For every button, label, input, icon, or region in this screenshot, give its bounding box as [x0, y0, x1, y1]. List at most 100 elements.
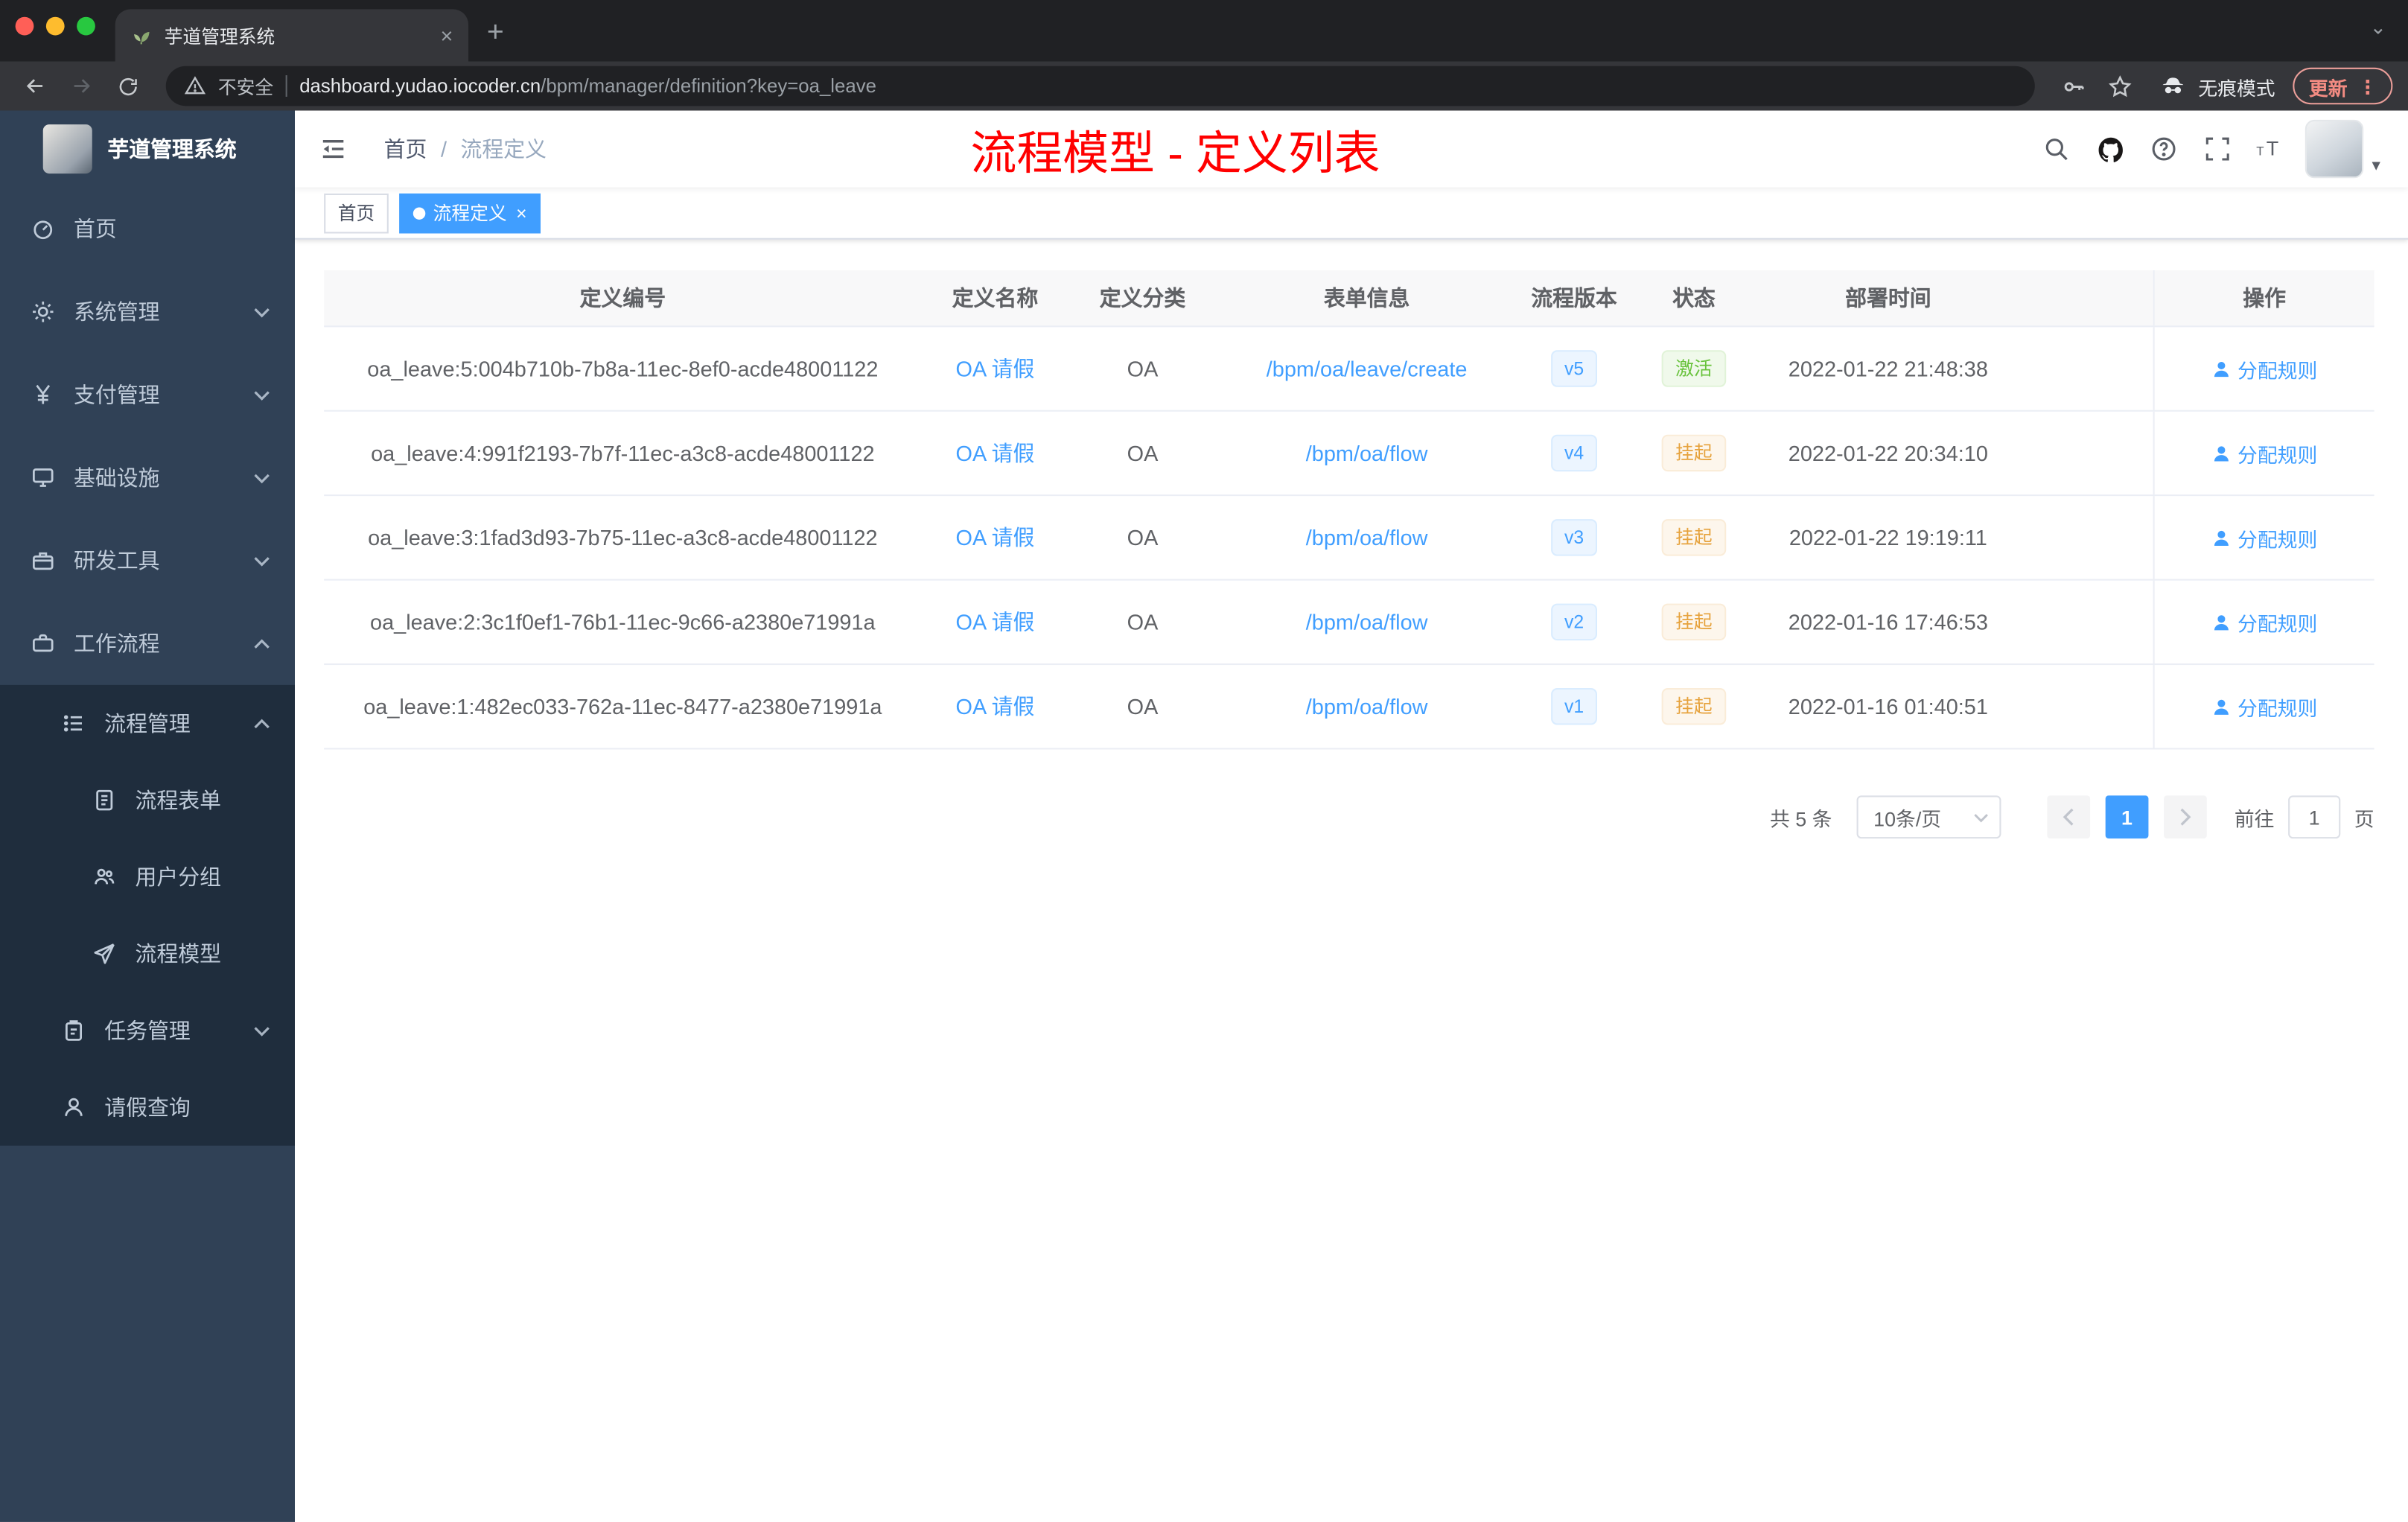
form-info-link[interactable]: /bpm/oa/flow: [1306, 525, 1428, 550]
tab-close-icon[interactable]: ×: [441, 25, 453, 46]
logo-title: 芋道管理系统: [107, 136, 237, 162]
definition-name-link[interactable]: OA 请假: [956, 438, 1035, 468]
prev-page-button[interactable]: [2047, 795, 2090, 839]
definition-name-link[interactable]: OA 请假: [956, 353, 1035, 383]
chevron-down-icon: [254, 1026, 270, 1036]
incognito-badge: 无痕模式: [2159, 71, 2275, 101]
incognito-icon: [2163, 77, 2185, 94]
warning-icon: [184, 76, 206, 95]
chevron-right-icon: [2180, 808, 2191, 826]
breadcrumb-home[interactable]: 首页: [384, 133, 427, 164]
svg-text:T: T: [2267, 138, 2280, 160]
sidebar-item-process-management[interactable]: 流程管理: [0, 685, 295, 762]
help-icon[interactable]: [2149, 133, 2179, 164]
cell-filler: [2019, 581, 2153, 663]
update-button[interactable]: 更新 ⋮: [2293, 67, 2393, 105]
cell-category: OA: [1127, 525, 1159, 550]
fullscreen-icon[interactable]: [2203, 133, 2234, 164]
browser-tabstrip: 芋道管理系统 × + ⌄: [0, 0, 2408, 62]
status-badge: 挂起: [1661, 519, 1727, 556]
cell-definition-id: oa_leave:1:482ec033-762a-11ec-8477-a2380…: [363, 694, 882, 719]
main-panel: 首页 / 流程定义 流程模型 - 定义列表 T T ▾ 首页 流程定义 × 定义…: [295, 110, 2408, 1522]
form-info-link[interactable]: /bpm/oa/flow: [1306, 610, 1428, 634]
tag-home[interactable]: 首页: [324, 192, 389, 233]
tag-process-definition[interactable]: 流程定义 ×: [399, 192, 541, 233]
version-tag: v1: [1550, 688, 1598, 725]
assign-rule-link[interactable]: 分配规则: [2211, 354, 2317, 383]
users-icon: [95, 868, 115, 885]
assign-rule-link[interactable]: 分配规则: [2211, 439, 2317, 468]
reload-button[interactable]: [107, 66, 147, 106]
new-tab-button[interactable]: +: [487, 17, 504, 51]
sidebar-item-system[interactable]: 系统管理: [0, 270, 295, 353]
sidebar-item-payment[interactable]: 支付管理: [0, 353, 295, 436]
hamburger-button[interactable]: [295, 111, 372, 188]
sidebar-item-infrastructure[interactable]: 基础设施: [0, 436, 295, 519]
tab-search-icon[interactable]: ⌄: [2370, 16, 2386, 40]
sidebar-item-home[interactable]: 首页: [0, 188, 295, 270]
browser-menu-kebab-icon[interactable]: ⋮: [2358, 74, 2377, 98]
definition-table: 定义编号 定义名称 定义分类 表单信息 流程版本 状态 部署时间 操作 oa_l…: [324, 270, 2374, 750]
window-minimize-button[interactable]: [45, 16, 65, 36]
version-tag: v4: [1550, 434, 1598, 472]
person-icon: [2214, 360, 2229, 377]
sidebar-logo[interactable]: 芋道管理系统: [0, 111, 295, 188]
cell-filler: [2019, 665, 2153, 748]
definition-name-link[interactable]: OA 请假: [956, 691, 1035, 722]
form-info-link[interactable]: /bpm/oa/flow: [1306, 441, 1428, 465]
yen-icon: [36, 384, 51, 404]
sidebar-item-user-group[interactable]: 用户分组: [0, 838, 295, 915]
col-form-info: 表单信息: [1323, 285, 1410, 311]
security-label[interactable]: 不安全: [218, 73, 273, 99]
page-size-select[interactable]: 10条/页: [1856, 795, 2001, 839]
update-label: 更新: [2308, 77, 2348, 100]
forward-button[interactable]: [62, 66, 102, 106]
col-process-version: 流程版本: [1531, 285, 1617, 311]
form-info-link[interactable]: /bpm/oa/flow: [1306, 694, 1428, 719]
send-icon: [94, 943, 115, 964]
cell-filler: [2019, 496, 2153, 579]
tags-view-bar: 首页 流程定义 ×: [295, 187, 2408, 240]
sidebar-item-leave-query[interactable]: 请假查询: [0, 1069, 295, 1146]
window-close-button[interactable]: [15, 16, 34, 36]
avatar[interactable]: [2305, 119, 2365, 179]
browser-tab[interactable]: 芋道管理系统 ×: [115, 9, 469, 62]
table-row: oa_leave:2:3c1f0ef1-76b1-11ec-9c66-a2380…: [324, 580, 2374, 666]
sidebar-item-devtools[interactable]: 研发工具: [0, 519, 295, 602]
cell-category: OA: [1127, 440, 1159, 465]
password-key-icon[interactable]: [2054, 66, 2095, 106]
sidebar-item-process-model[interactable]: 流程模型: [0, 915, 295, 992]
search-icon[interactable]: [2042, 133, 2072, 164]
font-size-icon[interactable]: TT: [2257, 133, 2287, 164]
back-button[interactable]: [16, 66, 56, 106]
table-row: oa_leave:4:991f2193-7b7f-11ec-a3c8-acde4…: [324, 411, 2374, 497]
window-zoom-button[interactable]: [77, 16, 95, 36]
table-row: oa_leave:3:1fad3d93-7b75-11ec-a3c8-acde4…: [324, 496, 2374, 581]
definition-name-link[interactable]: OA 请假: [956, 607, 1035, 637]
monitor-icon: [33, 468, 54, 487]
pagination-total: 共 5 条: [1770, 806, 1832, 830]
definition-name-link[interactable]: OA 请假: [956, 522, 1035, 553]
current-page-button[interactable]: 1: [2105, 795, 2149, 839]
cell-deploy-time: 2022-01-22 21:48:38: [1788, 356, 1988, 381]
bookmark-star-icon[interactable]: [2100, 66, 2140, 106]
toolbox-icon: [33, 552, 54, 570]
col-definition-id: 定义编号: [579, 285, 666, 311]
assign-rule-link[interactable]: 分配规则: [2211, 608, 2317, 637]
form-info-link[interactable]: /bpm/oa/leave/create: [1267, 357, 1468, 381]
version-tag: v2: [1550, 603, 1598, 641]
col-status: 状态: [1672, 285, 1716, 311]
assign-rule-link[interactable]: 分配规则: [2211, 692, 2317, 721]
github-icon[interactable]: [2095, 133, 2126, 164]
dashboard-icon: [34, 220, 53, 240]
tag-close-icon[interactable]: ×: [516, 202, 526, 223]
goto-page-input[interactable]: [2288, 795, 2341, 839]
sidebar-item-process-form[interactable]: 流程表单: [0, 762, 295, 838]
sidebar-item-workflow[interactable]: 工作流程: [0, 602, 295, 685]
table-row: oa_leave:5:004b710b-7b8a-11ec-8ef0-acde4…: [324, 327, 2374, 412]
sidebar-item-task-management[interactable]: 任务管理: [0, 992, 295, 1069]
assign-rule-link[interactable]: 分配规则: [2211, 523, 2317, 552]
address-bar[interactable]: 不安全 dashboard.yudao.iocoder.cn/bpm/manag…: [165, 66, 2036, 106]
next-page-button[interactable]: [2163, 795, 2207, 839]
user-menu[interactable]: ▾: [2305, 119, 2380, 179]
